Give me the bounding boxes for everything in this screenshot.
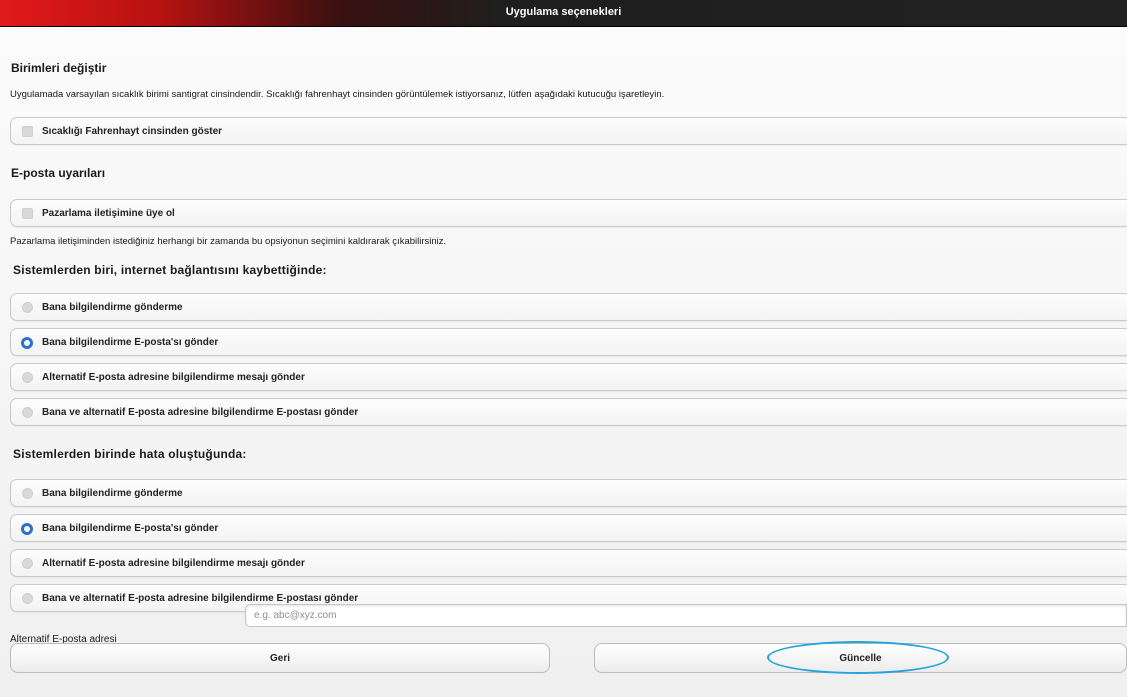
connection-lost-option-3[interactable]: Alternatif E-posta adresine bilgilendirm… <box>10 363 1127 391</box>
connection-lost-option-label: Bana bilgilendirme E-posta'sı gönder <box>42 337 219 348</box>
fahrenheit-checkbox[interactable] <box>22 126 33 137</box>
connection-lost-option-label: Bana ve alternatif E-posta adresine bilg… <box>42 407 359 418</box>
connection-lost-heading: Sistemlerden biri, internet bağlantısını… <box>13 263 327 277</box>
error-occurred-option-1[interactable]: Bana bilgilendirme gönderme <box>10 479 1127 507</box>
connection-lost-radio-1[interactable] <box>22 302 33 313</box>
error-occurred-option-label: Alternatif E-posta adresine bilgilendirm… <box>42 558 305 569</box>
back-button[interactable]: Geri <box>10 643 550 673</box>
fahrenheit-checkbox-row[interactable]: Sıcaklığı Fahrenhayt cinsinden göster <box>10 117 1127 145</box>
error-occurred-heading: Sistemlerden birinde hata oluştuğunda: <box>13 447 247 461</box>
units-description: Uygulamada varsayılan sıcaklık birimi sa… <box>10 89 665 100</box>
connection-lost-option-2[interactable]: Bana bilgilendirme E-posta'sı gönder <box>10 328 1127 356</box>
connection-lost-radio-4[interactable] <box>22 407 33 418</box>
error-occurred-option-label: Bana bilgilendirme E-posta'sı gönder <box>42 523 219 534</box>
error-occurred-option-2[interactable]: Bana bilgilendirme E-posta'sı gönder <box>10 514 1127 542</box>
error-occurred-radio-4[interactable] <box>22 593 33 604</box>
error-occurred-option-3[interactable]: Alternatif E-posta adresine bilgilendirm… <box>10 549 1127 577</box>
connection-lost-radio-2[interactable] <box>21 337 33 349</box>
error-occurred-radio-3[interactable] <box>22 558 33 569</box>
marketing-label: Pazarlama iletişimine üye ol <box>42 208 175 219</box>
marketing-checkbox[interactable] <box>22 208 33 219</box>
error-occurred-radio-2[interactable] <box>21 523 33 535</box>
connection-lost-option-1[interactable]: Bana bilgilendirme gönderme <box>10 293 1127 321</box>
error-occurred-radio-1[interactable] <box>22 488 33 499</box>
fahrenheit-label: Sıcaklığı Fahrenhayt cinsinden göster <box>42 126 223 137</box>
title-bar: Uygulama seçenekleri <box>0 0 1127 27</box>
connection-lost-option-4[interactable]: Bana ve alternatif E-posta adresine bilg… <box>10 398 1127 426</box>
units-heading: Birimleri değiştir <box>11 61 107 75</box>
marketing-note: Pazarlama iletişiminden istediğiniz herh… <box>10 236 447 247</box>
marketing-checkbox-row[interactable]: Pazarlama iletişimine üye ol <box>10 199 1127 227</box>
alt-email-input[interactable] <box>245 604 1127 627</box>
window-title: Uygulama seçenekleri <box>505 6 622 18</box>
connection-lost-radio-3[interactable] <box>22 372 33 383</box>
error-occurred-option-label: Bana bilgilendirme gönderme <box>42 488 183 499</box>
email-alerts-heading: E-posta uyarıları <box>11 166 106 180</box>
connection-lost-option-label: Bana bilgilendirme gönderme <box>42 302 183 313</box>
update-button[interactable]: Güncelle <box>594 643 1127 673</box>
connection-lost-option-label: Alternatif E-posta adresine bilgilendirm… <box>42 372 305 383</box>
error-occurred-option-label: Bana ve alternatif E-posta adresine bilg… <box>42 593 359 604</box>
